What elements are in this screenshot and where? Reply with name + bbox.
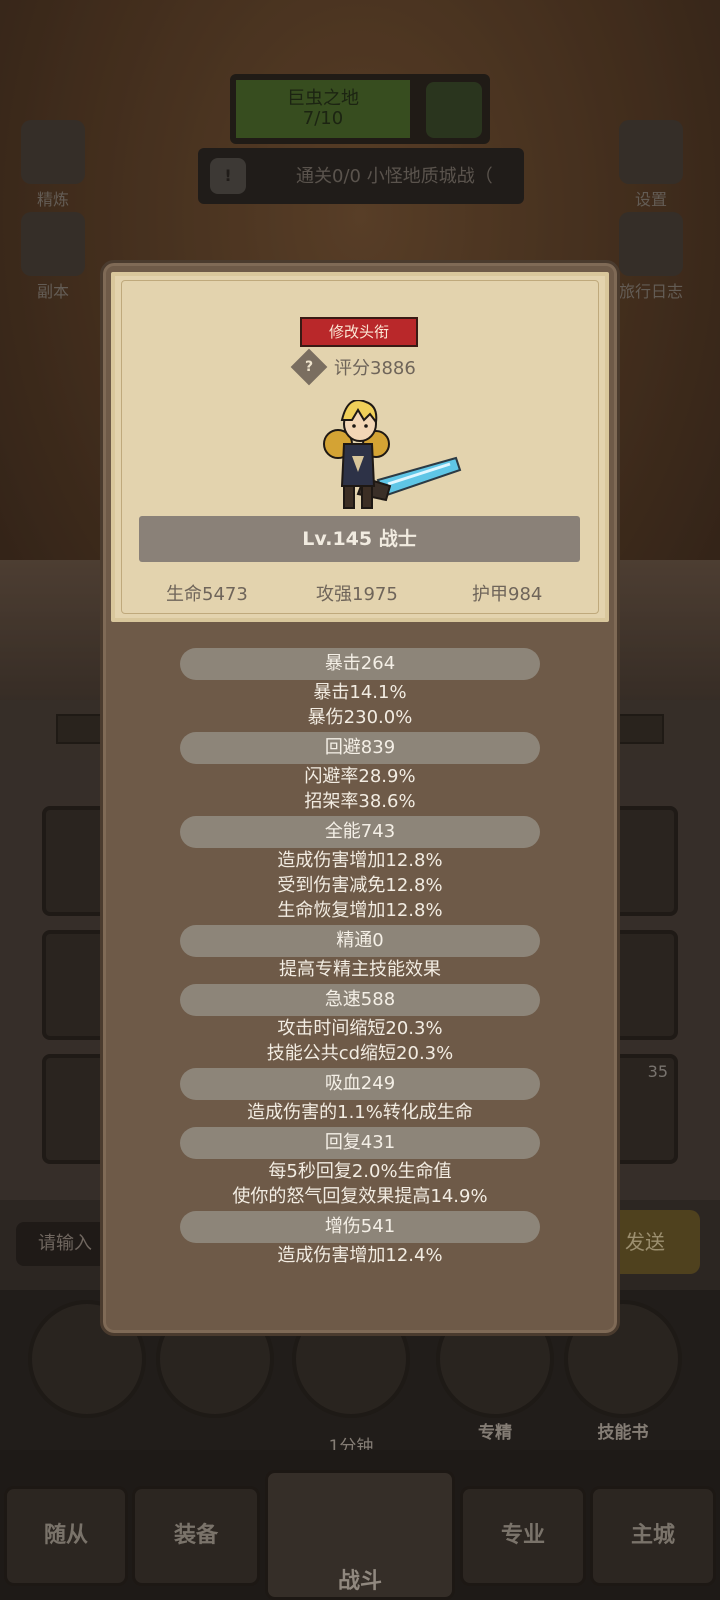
stat-detail-line: 生命恢复增加12.8% [277,900,443,921]
stat-header: 精通0 [180,925,540,957]
stat-detail-line: 受到伤害减免12.8% [277,875,443,896]
stat-detail-line: 每5秒回复2.0%生命值 [268,1161,452,1182]
stat-detail-line: 攻击时间缩短20.3% [277,1018,443,1039]
stat-header: 吸血249 [180,1068,540,1100]
stat-detail-line: 造成伤害的1.1%转化成生命 [247,1102,473,1123]
stat-detail-line: 暴击14.1% [313,682,407,703]
score-row: ? 评分3886 [290,348,416,386]
stat-detail-line: 使你的怒气回复效果提高14.9% [232,1186,488,1207]
level-class-bar: Lv.145 战士 [139,516,580,562]
stat-header: 回避839 [180,732,540,764]
stat-detail-line: 闪避率28.9% [304,766,416,787]
stat-detail-line: 造成伤害增加12.8% [277,850,443,871]
stat-detail-line: 提高专精主技能效果 [279,959,441,980]
hp-stat: 生命5473 [166,584,248,605]
score-text: 评分3886 [334,358,416,379]
stat-detail-line: 暴伤230.0% [307,707,413,728]
armor-stat: 护甲984 [472,584,543,605]
stats-list: 暴击264 暴击14.1% 暴伤230.0% 回避839 闪避率28.9% 招架率38.6… [110,648,610,1270]
stat-header: 急速588 [180,984,540,1016]
stat-detail-line: 造成伤害增加12.4% [277,1245,443,1266]
help-icon[interactable]: ? [290,348,328,386]
stat-header: 暴击264 [180,648,540,680]
hero-portrait [323,400,462,509]
attack-stat: 攻强1975 [316,584,398,605]
stat-header: 增伤541 [180,1211,540,1243]
stat-header: 全能743 [180,816,540,848]
edit-title-button[interactable]: 修改头衔 [300,317,418,347]
stat-header: 回复431 [180,1127,540,1159]
stat-detail-line: 招架率38.6% [304,791,416,812]
stat-detail-line: 技能公共cd缩短20.3% [266,1043,454,1064]
